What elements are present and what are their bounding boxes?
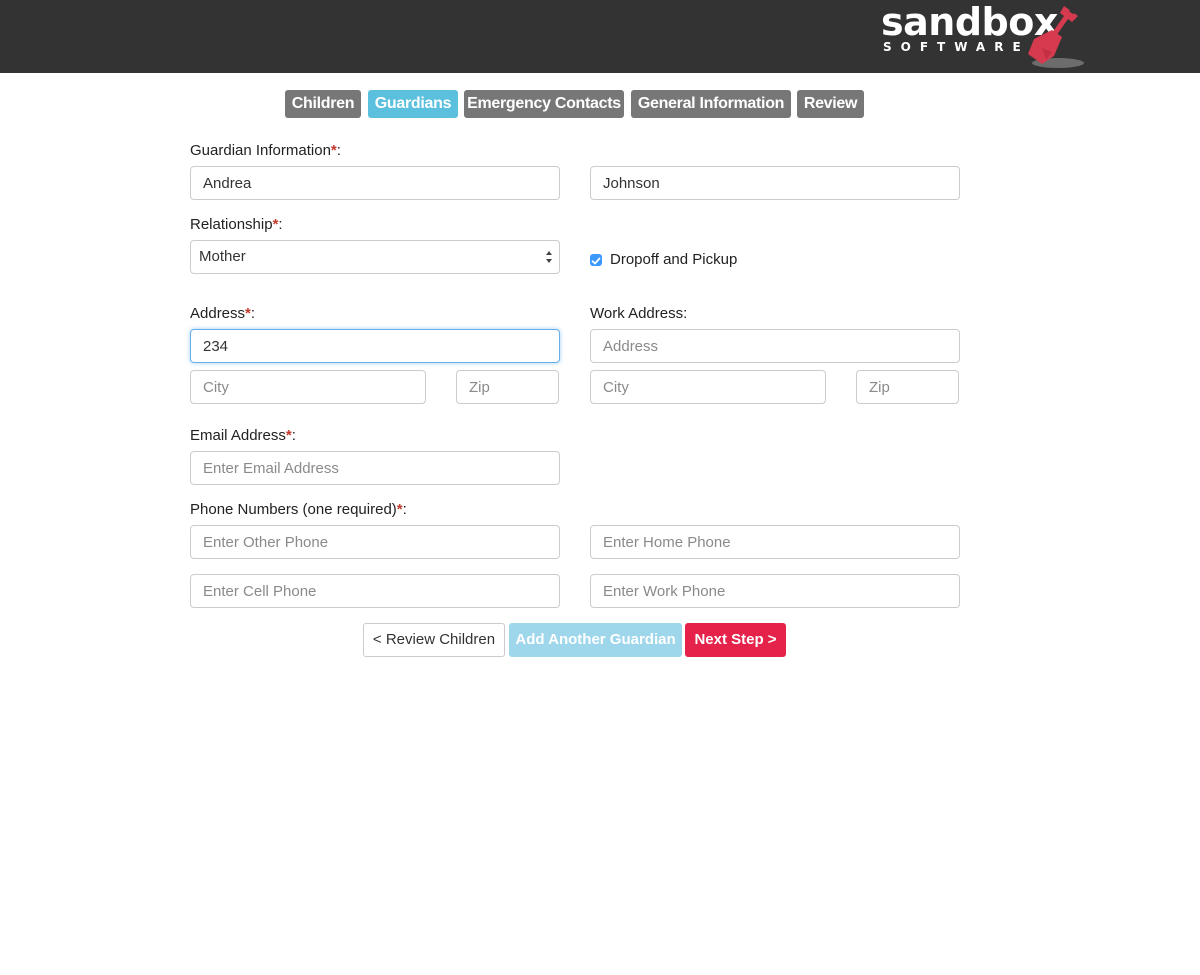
logo-tagline: SOFTWARE: [883, 40, 1030, 54]
first-name-input[interactable]: [190, 166, 560, 200]
tab-emergency-contacts[interactable]: Emergency Contacts: [464, 90, 624, 118]
cell-phone-input[interactable]: [190, 574, 560, 608]
email-label: Email Address*:: [190, 427, 296, 445]
phone-numbers-label-text: Phone Numbers (one required): [190, 501, 397, 518]
phone-numbers-label: Phone Numbers (one required)*:: [190, 501, 407, 519]
review-children-button[interactable]: < Review Children: [363, 623, 505, 657]
work-address-label: Work Address:: [590, 305, 688, 322]
top-bar: sandbox SOFTWARE: [0, 0, 1200, 73]
shovel-icon: [1028, 6, 1084, 68]
tab-guardians[interactable]: Guardians: [368, 90, 458, 118]
email-label-text: Email Address: [190, 427, 286, 444]
address-city-input[interactable]: [190, 370, 426, 404]
add-another-guardian-button[interactable]: Add Another Guardian: [509, 623, 682, 657]
work-address-street-input[interactable]: [590, 329, 960, 363]
label-colon: :: [278, 216, 283, 233]
work-address-city-input[interactable]: [590, 370, 826, 404]
dropoff-pickup-checkbox[interactable]: [590, 254, 602, 266]
last-name-input[interactable]: [590, 166, 960, 200]
label-colon: :: [291, 427, 296, 444]
work-address-zip-input[interactable]: [856, 370, 959, 404]
tab-general-information[interactable]: General Information: [631, 90, 791, 118]
select-arrows-icon: [546, 251, 552, 263]
address-zip-input[interactable]: [456, 370, 559, 404]
dropoff-pickup-label: Dropoff and Pickup: [610, 251, 738, 268]
label-colon: :: [402, 501, 407, 518]
tab-review[interactable]: Review: [797, 90, 864, 118]
label-colon: :: [250, 305, 256, 322]
guardian-info-label-text: Guardian Information: [190, 142, 331, 159]
work-phone-input[interactable]: [590, 574, 960, 608]
step-tabs: Children Guardians Emergency Contacts Ge…: [0, 90, 1200, 118]
tab-children[interactable]: Children: [285, 90, 361, 118]
checkmark-icon: [591, 257, 601, 265]
sandbox-logo[interactable]: sandbox SOFTWARE: [880, 2, 1090, 70]
relationship-label: Relationship*:: [190, 216, 283, 234]
next-step-button[interactable]: Next Step >: [685, 623, 786, 657]
address-street-input[interactable]: [190, 329, 560, 363]
address-label-text: Address: [190, 305, 246, 322]
address-label: Address*:: [190, 305, 255, 323]
other-phone-input[interactable]: [190, 525, 560, 559]
home-phone-input[interactable]: [590, 525, 960, 559]
label-colon: :: [336, 142, 341, 159]
relationship-select[interactable]: Mother: [190, 240, 560, 274]
guardian-info-label: Guardian Information*:: [190, 142, 341, 160]
relationship-label-text: Relationship: [190, 216, 273, 233]
relationship-selected-value: Mother: [199, 248, 246, 265]
email-input[interactable]: [190, 451, 560, 485]
